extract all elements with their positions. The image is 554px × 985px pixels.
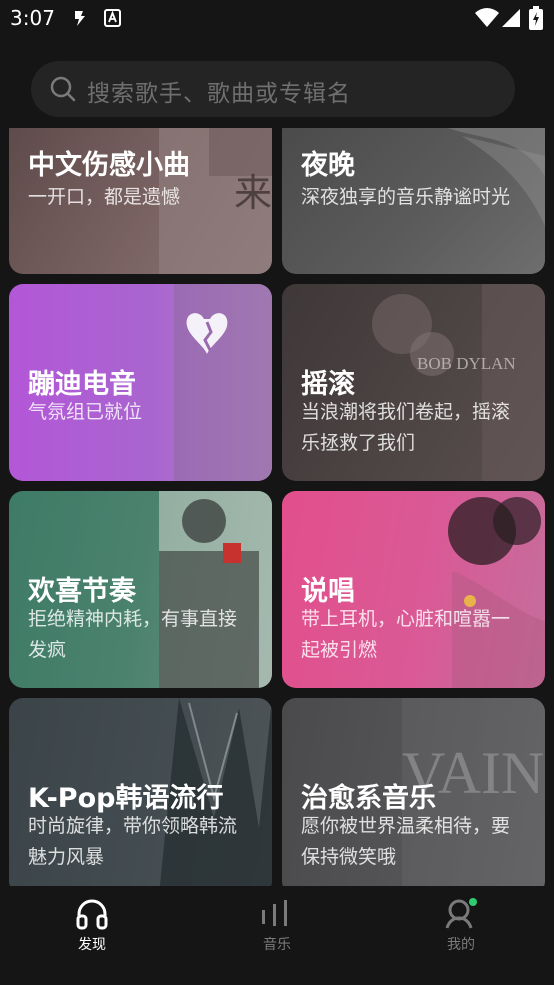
card-subtitle: 带上耳机，心脏和喧嚣一起被引燃 [301,608,511,661]
profile-icon [444,898,478,934]
card-subtitle: 拒绝精神内耗，有事直接发疯 [28,608,238,661]
card-title: 蹦迪电音 [28,369,136,400]
headphones-icon [75,898,109,934]
card-subtitle: 时尚旋律，带你领略韩流魅力风暴 [28,815,238,868]
card-title: K-Pop韩语流行 [28,783,224,814]
nav-label: 发现 [78,937,106,953]
wifi-icon [475,8,499,32]
card-subtitle: 一开口，都是遗憾 [28,186,181,208]
notification-icon [72,9,88,31]
category-card-chinese-sad[interactable]: 来 中文伤感小曲 一开口，都是遗憾 [9,128,272,274]
card-art-text: BOB DYLAN [417,354,516,373]
card-title: 中文伤感小曲 [28,150,190,181]
category-card-edm[interactable]: 蹦迪电音 气氛组已就位 [9,284,272,481]
category-card-night[interactable]: 夜晚 深夜独享的音乐静谧时光 [282,128,545,274]
category-card-kpop[interactable]: K-Pop韩语流行 时尚旋律，带你领略韩流魅力风暴 [9,698,272,886]
card-title: 欢喜节奏 [28,576,136,607]
app-store-icon [104,9,121,31]
status-time: 3:07 [10,6,55,30]
nav-mine[interactable]: 我的 [411,896,511,956]
card-subtitle: 愿你被世界温柔相待，要保持微笑哦 [301,815,511,868]
card-title: 摇滚 [301,369,355,400]
category-card-rock[interactable]: BOB DYLAN 摇滚 当浪潮将我们卷起，摇滚乐拯救了我们 [282,284,545,481]
card-subtitle: 当浪潮将我们卷起，摇滚乐拯救了我们 [301,401,511,454]
search-input[interactable]: 搜索歌手、歌曲或专辑名 [31,61,515,117]
search-placeholder: 搜索歌手、歌曲或专辑名 [87,81,351,107]
category-card-happy-rhythm[interactable]: 欢喜节奏 拒绝精神内耗，有事直接发疯 [9,491,272,688]
music-bars-icon [260,900,294,932]
category-grid: 来 中文伤感小曲 一开口，都是遗憾 夜晚 深夜独享的音乐静谧时光 蹦迪电音 气氛… [0,128,554,886]
category-card-healing[interactable]: VAIN 治愈系音乐 愿你被世界温柔相待，要保持微笑哦 [282,698,545,886]
search-icon [49,75,77,107]
card-subtitle: 深夜独享的音乐静谧时光 [301,186,511,208]
card-subtitle: 气氛组已就位 [28,401,143,423]
nav-label: 我的 [447,937,475,953]
battery-icon [529,6,543,34]
card-title: 说唱 [301,576,355,607]
status-bar: 3:07 [0,0,554,38]
card-title: 夜晚 [301,150,355,181]
nav-music[interactable]: 音乐 [227,896,327,956]
bottom-nav: 发现 音乐 我的 [0,886,554,985]
category-card-rap[interactable]: 说唱 带上耳机，心脏和喧嚣一起被引燃 [282,491,545,688]
card-title: 治愈系音乐 [301,783,436,814]
signal-icon [502,8,520,32]
nav-label: 音乐 [263,937,291,953]
nav-discover[interactable]: 发现 [42,896,142,956]
